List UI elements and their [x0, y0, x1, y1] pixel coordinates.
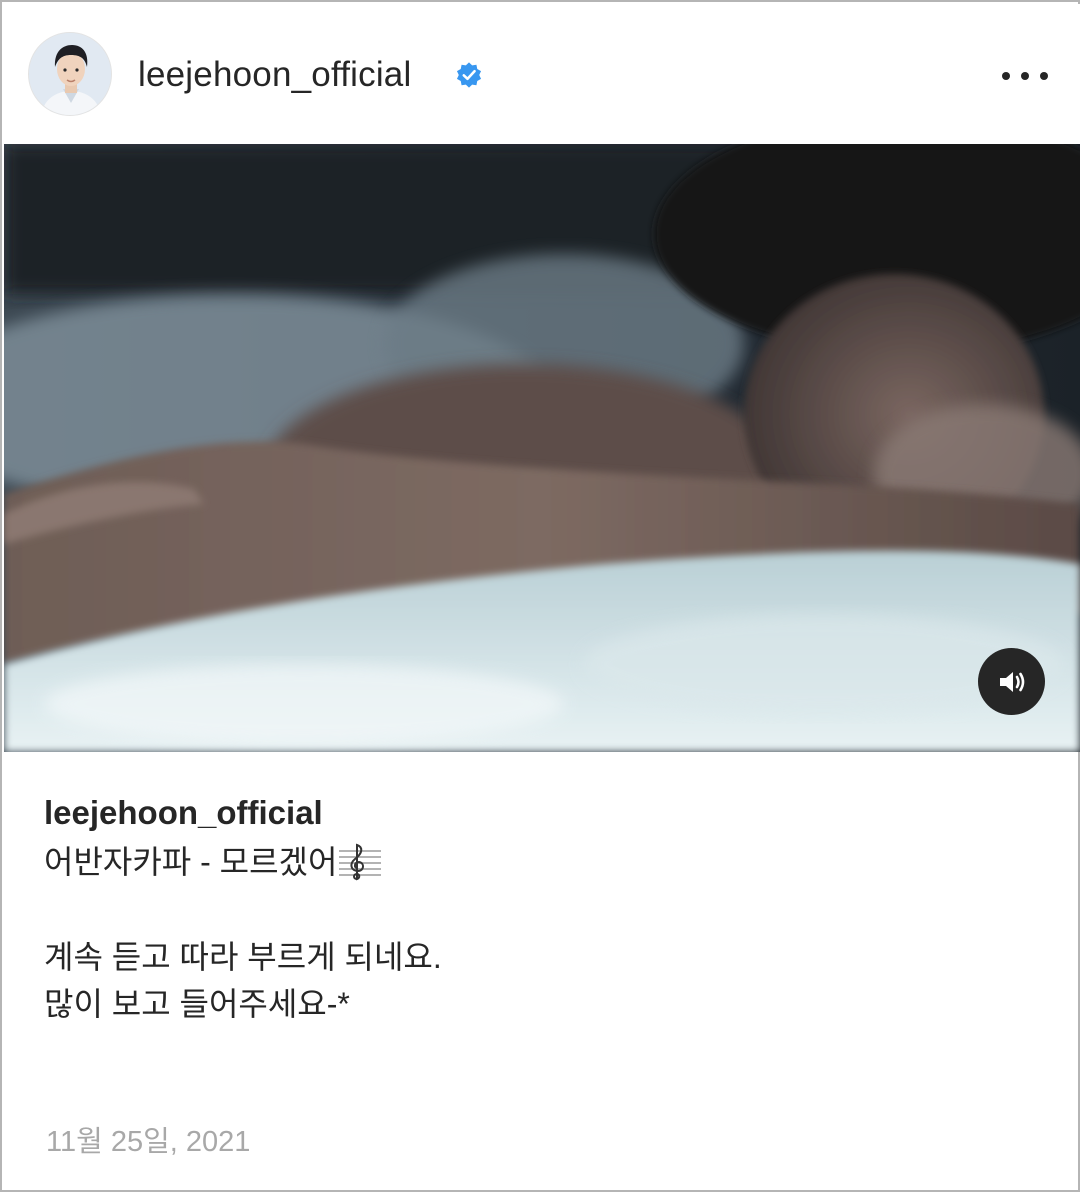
caption-text: 어반자카파 - 모르겠어: [44, 844, 338, 880]
caption-line-3: 많이 보고 들어주세요-*: [44, 986, 350, 1022]
post-header: leejehoon_official: [4, 4, 1080, 144]
verified-badge-icon: [456, 62, 482, 88]
caption-username[interactable]: leejehoon_official: [44, 792, 323, 834]
more-dot: [1021, 72, 1029, 80]
music-staff-icon: [339, 843, 382, 881]
more-options-icon[interactable]: [1002, 64, 1048, 88]
caption-line-1: 어반자카파 - 모르겠어: [44, 840, 382, 884]
post-video[interactable]: [4, 144, 1080, 752]
post-card: leejehoon_official leejehoon_official 어반…: [0, 0, 1080, 1192]
more-dot: [1002, 72, 1010, 80]
sound-toggle-button[interactable]: [978, 648, 1045, 715]
more-dot: [1040, 72, 1048, 80]
speaker-on-icon: [999, 671, 1024, 692]
post-date: 11월 25일, 2021: [46, 1126, 251, 1158]
header-username[interactable]: leejehoon_official: [138, 50, 411, 100]
caption-line-2: 계속 듣고 따라 부르게 되네요.: [44, 939, 442, 975]
profile-avatar[interactable]: [28, 32, 112, 116]
